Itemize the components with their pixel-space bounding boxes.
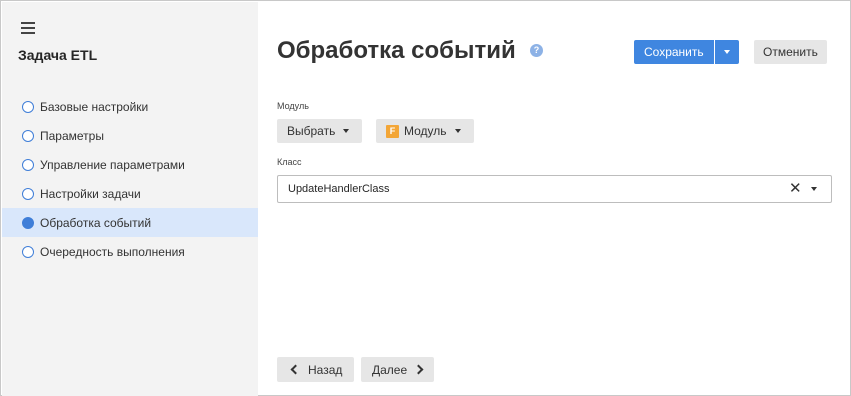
sidebar-item-parameter-management[interactable]: Управление параметрами: [2, 150, 258, 179]
radio-icon: [22, 129, 34, 142]
clear-icon[interactable]: ✕: [789, 181, 802, 196]
sidebar-item-label: Параметры: [40, 128, 104, 143]
page-title: Обработка событий: [277, 37, 516, 64]
back-button-label: Назад: [308, 362, 343, 377]
module-label: Модуль: [277, 101, 309, 111]
caret-down-icon[interactable]: [811, 187, 817, 191]
radio-selected-icon: [22, 216, 34, 229]
sidebar-item-label: Обработка событий: [40, 215, 152, 230]
sidebar-item-label: Настройки задачи: [40, 186, 141, 201]
chevron-right-icon: [413, 364, 424, 375]
sidebar: Задача ETL Базовые настройки Параметры У…: [2, 2, 258, 396]
module-button-label: Модуль: [404, 124, 447, 138]
class-select[interactable]: UpdateHandlerClass ✕: [277, 175, 832, 203]
sidebar-item-parameters[interactable]: Параметры: [2, 121, 258, 150]
sidebar-item-event-handling[interactable]: Обработка событий: [2, 208, 258, 237]
main-panel: Обработка событий ? Сохранить Отменить М…: [258, 2, 851, 396]
select-module-label: Выбрать: [287, 124, 336, 138]
save-options-button[interactable]: [713, 40, 739, 64]
module-file-icon: F: [386, 124, 399, 138]
save-button[interactable]: Сохранить: [634, 40, 714, 64]
sidebar-item-label: Очередность выполнения: [40, 244, 185, 259]
back-button[interactable]: Назад: [277, 357, 354, 382]
sidebar-item-label: Управление параметрами: [40, 157, 185, 172]
next-button-label: Далее: [372, 362, 408, 377]
window: Задача ETL Базовые настройки Параметры У…: [0, 0, 851, 396]
radio-icon: [22, 100, 34, 113]
caret-down-icon: [723, 50, 730, 54]
cancel-button[interactable]: Отменить: [754, 40, 827, 64]
radio-icon: [22, 187, 34, 200]
sidebar-item-label: Базовые настройки: [40, 99, 149, 114]
menu-icon[interactable]: [21, 22, 35, 34]
sidebar-item-task-settings[interactable]: Настройки задачи: [2, 179, 258, 208]
radio-icon: [22, 158, 34, 171]
radio-icon: [22, 245, 34, 258]
class-label: Класс: [277, 157, 302, 167]
sidebar-item-basic-settings[interactable]: Базовые настройки: [2, 92, 258, 121]
help-icon[interactable]: ?: [530, 44, 543, 57]
sidebar-item-execution-order[interactable]: Очередность выполнения: [2, 237, 258, 266]
caret-down-icon: [454, 129, 461, 133]
caret-down-icon: [343, 129, 350, 133]
sidebar-nav: Базовые настройки Параметры Управление п…: [2, 92, 258, 266]
select-module-button[interactable]: Выбрать: [277, 119, 363, 143]
save-button-group: Сохранить: [634, 40, 739, 64]
app-title: Задача ETL: [18, 47, 98, 63]
class-select-value: UpdateHandlerClass: [288, 183, 390, 195]
chevron-left-icon: [290, 364, 301, 375]
module-button[interactable]: F Модуль: [376, 119, 474, 143]
next-button[interactable]: Далее: [361, 357, 435, 382]
